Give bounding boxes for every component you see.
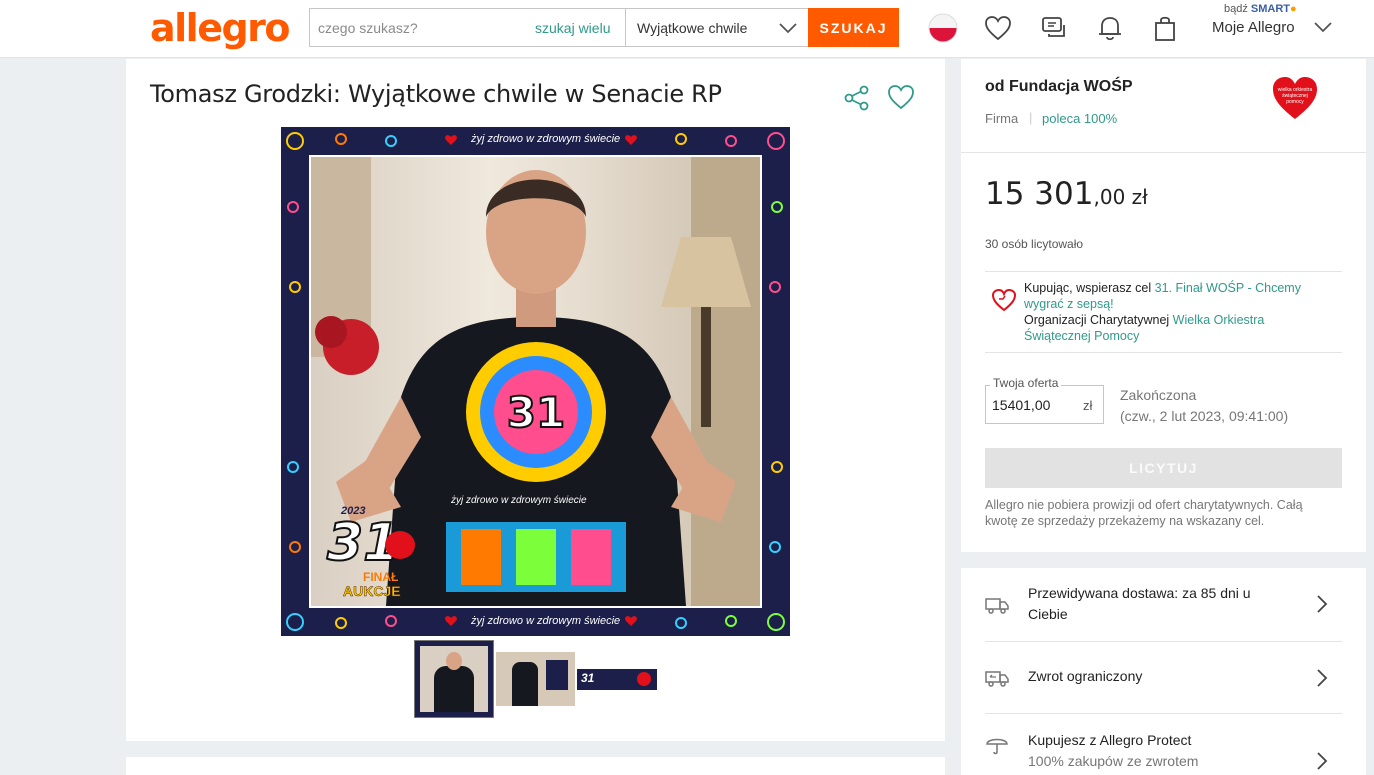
return-row[interactable]: Zwrot ograniczony — [985, 655, 1342, 700]
final-badge: 2023 31 FINAŁ AUKCJE — [323, 505, 423, 603]
poland-flag-icon[interactable] — [927, 12, 959, 44]
divider — [985, 713, 1342, 714]
product-photo: 31 żyj zdrowo w zdrowym świecie 2023 31 … — [309, 155, 762, 608]
divider — [985, 271, 1342, 272]
charity-prefix: Kupując, wspierasz cel — [1024, 281, 1155, 295]
offer-currency: zł — [1083, 398, 1093, 413]
price-main: 15 301 — [985, 176, 1094, 212]
chevron-right-icon — [1317, 595, 1328, 613]
category-select[interactable]: Wyjątkowe chwile — [625, 9, 809, 46]
thumbnail-2[interactable] — [496, 652, 575, 706]
search-input[interactable] — [310, 9, 525, 46]
divider — [985, 641, 1342, 642]
thumbnail-3[interactable]: 31 — [577, 669, 657, 690]
wosp-logo-text: wielka orkiestra świątecznej pomocy — [1277, 87, 1313, 105]
chat-icon[interactable] — [1038, 12, 1070, 44]
bidders-count[interactable]: 30 osób licytowało — [985, 237, 1083, 251]
share-icon[interactable] — [843, 84, 871, 112]
return-text: Zwrot ograniczony — [1028, 668, 1143, 684]
protect-title: Kupujesz z Allegro Protect — [1028, 732, 1192, 748]
divider — [961, 152, 1366, 153]
charity-heart-icon — [991, 288, 1017, 312]
shirt-slogan: żyj zdrowo w zdrowym świecie — [451, 495, 587, 506]
svg-text:31: 31 — [507, 388, 565, 437]
umbrella-icon — [986, 738, 1008, 755]
shopping-bag-icon[interactable] — [1149, 12, 1181, 44]
search-bar: szukaj wielu Wyjątkowe chwile — [309, 8, 809, 47]
price-cents: ,00 zł — [1093, 185, 1148, 209]
charity-info: Kupując, wspierasz cel 31. Finał WOŚP - … — [1024, 280, 1324, 344]
seller-name[interactable]: od Fundacja WOŚP — [985, 78, 1133, 96]
search-button[interactable]: SZUKAJ — [808, 8, 899, 47]
chevron-right-icon — [1317, 752, 1328, 770]
auction-status: Zakończona — [1120, 387, 1197, 403]
charity-org-prefix: Organizacji Charytatywnej — [1024, 313, 1173, 327]
heart-icon[interactable] — [982, 12, 1014, 44]
chevron-right-icon — [1317, 669, 1328, 687]
thumbnail-image — [420, 646, 488, 712]
frame-slogan-bottom: żyj zdrowo w zdrowym świecie — [471, 615, 621, 627]
chevron-down-icon — [779, 23, 797, 34]
allegro-logo[interactable]: allegro — [150, 6, 291, 50]
main-product-image[interactable]: żyj zdrowo w zdrowym świecie żyj zdrowo … — [281, 127, 790, 636]
description-card — [126, 757, 945, 775]
badge-auction: AUKCJE — [343, 583, 401, 600]
bid-button[interactable]: LICYTUJ — [985, 448, 1342, 488]
offer-input-label: Twoja oferta — [990, 376, 1062, 390]
auction-end-date: (czw., 2 lut 2023, 09:41:00) — [1120, 408, 1289, 424]
chevron-down-icon[interactable] — [1314, 20, 1332, 34]
separator: | — [1029, 110, 1033, 125]
current-price: 15 301,00 zł — [985, 176, 1148, 212]
category-select-value: Wyjątkowe chwile — [637, 20, 748, 36]
wosp-logo[interactable]: wielka orkiestra świątecznej pomocy — [1271, 75, 1319, 121]
return-truck-icon — [985, 671, 1009, 687]
smart-label: SMART — [1250, 3, 1291, 15]
badge-final: FINAŁ — [363, 570, 399, 584]
protect-row[interactable]: Kupujesz z Allegro Protect 100% zakupów … — [985, 730, 1342, 775]
divider — [985, 352, 1342, 353]
protect-subtitle: 100% zakupów ze zwrotem — [1028, 753, 1199, 769]
smart-pin-icon: ● — [1290, 3, 1297, 15]
commission-note: Allegro nie pobiera prowizji od ofert ch… — [985, 498, 1303, 528]
bell-icon[interactable] — [1094, 12, 1126, 44]
watch-heart-icon[interactable] — [887, 84, 915, 112]
delivery-text: Przewidywana dostawa: za 85 dni u Ciebie — [1028, 585, 1251, 622]
account-menu[interactable]: Moje Allegro — [1212, 19, 1295, 36]
smart-prefix: bądź — [1224, 3, 1248, 15]
top-header: allegro szukaj wielu Wyjątkowe chwile SZ… — [0, 0, 1374, 58]
smart-promo[interactable]: bądź SMART● — [1224, 3, 1297, 15]
offer-input-value[interactable]: 15401,00 — [992, 397, 1050, 413]
search-many-link[interactable]: szukaj wielu — [535, 20, 610, 36]
seller-type: Firma — [985, 111, 1019, 126]
seller-rating[interactable]: poleca 100% — [1042, 111, 1117, 126]
thumbnail-1[interactable] — [414, 640, 494, 718]
wosp-heart-icon — [385, 531, 415, 559]
frame-slogan-top: żyj zdrowo w zdrowym świecie — [471, 133, 621, 145]
page-title: Tomasz Grodzki: Wyjątkowe chwile w Senac… — [150, 80, 722, 108]
truck-icon — [985, 598, 1009, 614]
delivery-row[interactable]: Przewidywana dostawa: za 85 dni u Ciebie — [985, 583, 1342, 638]
